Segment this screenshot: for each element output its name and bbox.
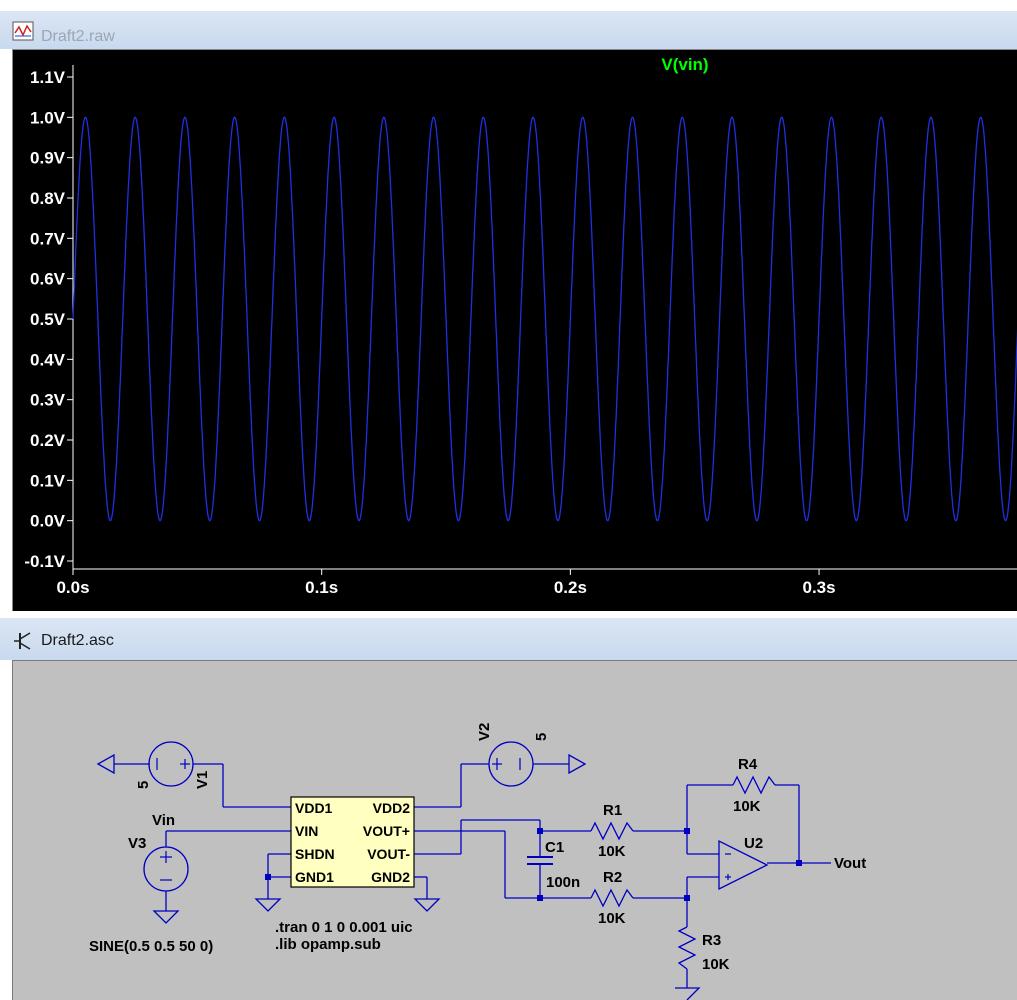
junction [684,828,690,834]
r2-resistor[interactable] [590,888,634,908]
x-tick-label: 0.1s [305,578,338,597]
gnd2-ground [413,898,441,912]
r1-value: 10K [598,843,626,860]
r3-value: 10K [702,956,730,973]
r2-value: 10K [598,910,626,927]
window-separator [0,611,1017,618]
junction [684,895,690,901]
v1-name: V1 [194,771,211,789]
r1-name: R1 [603,802,622,819]
y-tick-label: 0.6V [30,270,66,289]
y-tick-label: 0.1V [30,471,66,490]
y-tick-label: 1.0V [30,108,66,127]
c1-name: C1 [545,839,564,856]
v3-value: SINE(0.5 0.5 50 0) [89,938,213,955]
r3-ground [675,987,701,1000]
r4-resistor[interactable] [732,775,776,795]
v2-name: V2 [476,723,493,741]
y-tick-label: 0.2V [30,431,66,450]
v3-name: V3 [128,835,146,852]
waveform-window[interactable]: Draft2.raw V(vin) 1.1V 1.0V 0.9V 0.8V 0.7V 0.… [0,11,1017,612]
waveform-window-title: Draft2.raw [41,28,115,45]
r3-name: R3 [702,932,721,949]
junction [537,895,543,901]
ic-pin-vin: VIN [295,823,318,839]
ic-pin-vout-minus: VOUT- [367,846,410,862]
ic-pin-shdn: SHDN [295,846,335,862]
v2-value: 5 [533,733,550,741]
v1-ground-triangle [96,753,115,775]
x-tick-label: 0.0s [56,578,89,597]
junction [265,874,271,880]
y-tick-label: 1.1V [30,68,66,87]
spice-directive-tran[interactable]: .tran 0 1 0 0.001 uic [275,919,413,936]
v3-ground [152,910,180,924]
ic-pin-vdd2: VDD2 [373,800,411,816]
waveform-window-titlebar[interactable]: Draft2.raw [0,11,1017,49]
component-icon [14,632,31,650]
y-tick-label: 0.8V [30,189,66,208]
ic-pin-vdd1: VDD1 [295,800,333,816]
ic-pin-gnd1: GND1 [295,869,334,885]
y-tick-label: -0.1V [24,552,65,571]
y-tick-label: 0.4V [30,350,66,369]
y-tick-label: 0.5V [30,310,66,329]
v1-value: 5 [135,781,152,789]
junction [537,828,543,834]
ic-pin-vout-plus: VOUT+ [363,823,410,839]
r3-resistor[interactable] [677,926,697,970]
spice-directive-lib[interactable]: .lib opamp.sub [275,936,381,953]
y-tick-label: 0.9V [30,149,66,168]
x-tick-label: 0.2s [554,578,587,597]
r1-resistor[interactable] [590,821,634,841]
net-label-vin[interactable]: Vin [152,812,175,829]
trace-label-vin[interactable]: V(vin) [661,55,708,74]
c1-value: 100n [546,874,580,891]
waveform-plot-area[interactable]: V(vin) 1.1V 1.0V 0.9V 0.8V 0.7V 0.6V 0.5V 0.4V 0… [12,49,1017,612]
x-tick-label: 0.3s [803,578,836,597]
y-tick-label: 0.0V [30,512,66,531]
ic-pin-gnd2: GND2 [371,869,410,885]
waveform-icon [12,21,34,41]
y-tick-label: 0.3V [30,391,66,410]
trace-vin [72,116,1017,522]
r4-name: R4 [738,756,758,773]
schematic-window[interactable]: Draft2.asc VDD1 VIN SHDN GND1 VDD2 VOUT+… [0,618,1017,1000]
gnd1-ground [254,898,282,912]
r2-name: R2 [603,869,622,886]
schematic-window-titlebar[interactable]: Draft2.asc [0,618,1017,660]
y-tick-label: 0.7V [30,229,66,248]
r4-value: 10K [733,798,761,815]
v2-supply-triangle [568,753,587,775]
schematic-window-title: Draft2.asc [41,632,114,649]
net-label-vout[interactable]: Vout [834,855,866,872]
schematic-canvas[interactable]: VDD1 VIN SHDN GND1 VDD2 VOUT+ VOUT- GND2… [12,660,1017,1000]
u2-name: U2 [744,835,763,852]
waveform-chart[interactable]: V(vin) 1.1V 1.0V 0.9V 0.8V 0.7V 0.6V 0.5V 0.4V 0… [13,50,1017,612]
schematic-drawing[interactable]: VDD1 VIN SHDN GND1 VDD2 VOUT+ VOUT- GND2… [13,661,1017,1000]
junction [796,860,802,866]
